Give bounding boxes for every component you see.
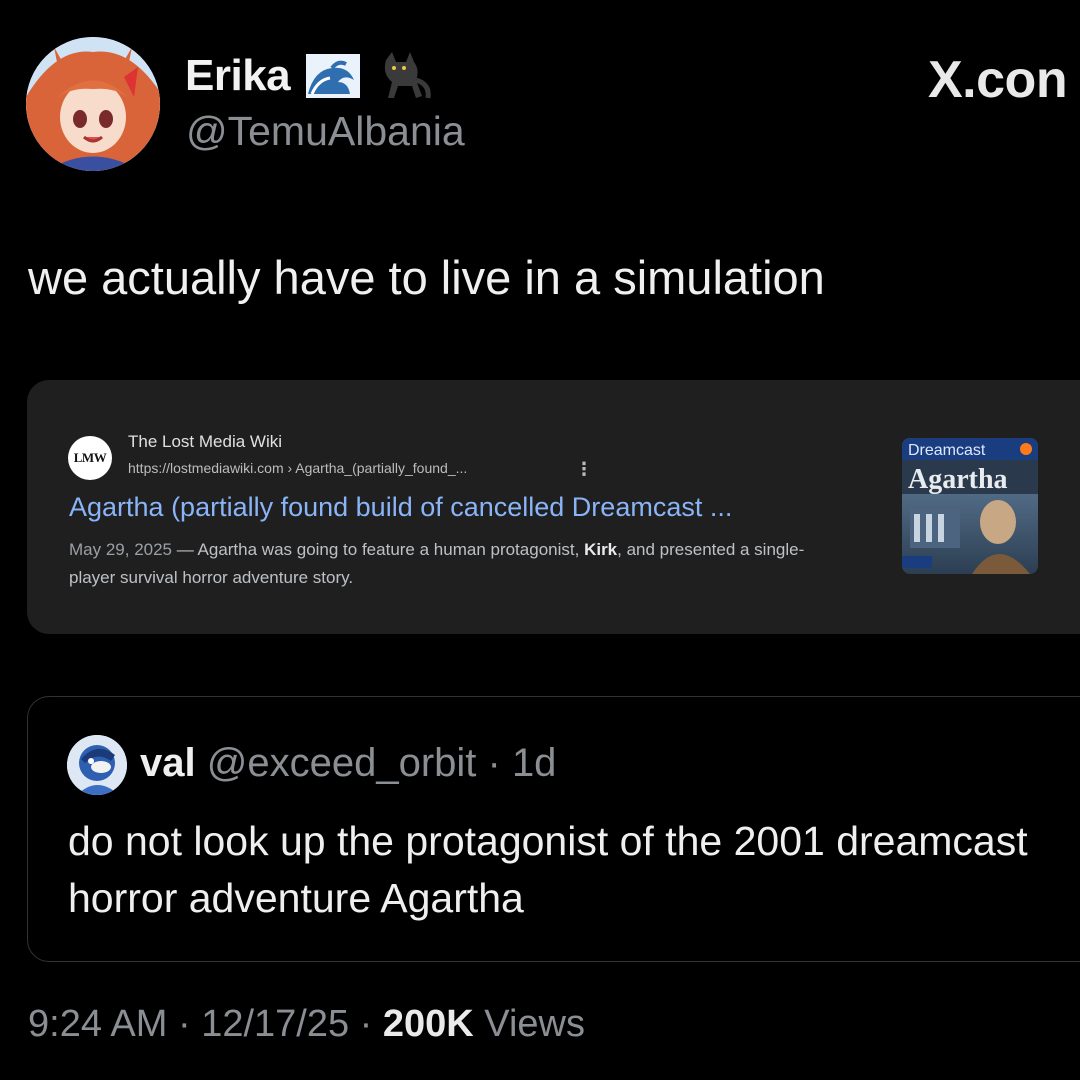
quote-timestamp[interactable]: 1d bbox=[512, 741, 557, 785]
result-date: May 29, 2025 bbox=[69, 540, 173, 559]
views-count: 200K bbox=[382, 1003, 474, 1045]
author-name-text: Erika bbox=[185, 51, 291, 100]
quote-author-avatar[interactable] bbox=[67, 735, 127, 795]
blue-character-avatar-icon bbox=[67, 735, 127, 795]
footer-separator: · bbox=[349, 1003, 383, 1045]
result-snippet: May 29, 2025 — Agartha was going to feat… bbox=[69, 536, 829, 592]
quote-author-handle[interactable]: @exceed_orbit bbox=[207, 741, 477, 785]
author-handle[interactable]: @TemuAlbania bbox=[186, 108, 465, 155]
author-display-name[interactable]: Erika bbox=[185, 50, 434, 102]
snippet-part-1: — Agartha was going to feature a human p… bbox=[172, 540, 585, 559]
result-url: https://lostmediawiki.com › Agartha_(par… bbox=[128, 460, 468, 476]
tweet-footer: 9:24 AM · 12/17/25 · 200K Views bbox=[28, 1003, 585, 1046]
black-cat-icon bbox=[376, 50, 434, 102]
quoted-tweet[interactable]: val @exceed_orbit · 1d do not look up th… bbox=[27, 696, 1080, 962]
tweet-text: we actually have to live in a simulation bbox=[28, 251, 825, 304]
result-title-link: Agartha (partially found build of cancel… bbox=[69, 492, 733, 522]
wave-icon bbox=[304, 50, 362, 102]
search-result-card[interactable]: LMW The Lost Media Wiki https://lostmedi… bbox=[27, 380, 1080, 634]
views-label: Views bbox=[473, 1003, 585, 1045]
site-logo: LMW bbox=[68, 436, 112, 480]
thumbnail-game-title: Agartha bbox=[908, 464, 1008, 495]
site-name: The Lost Media Wiki bbox=[128, 432, 282, 451]
footer-separator: · bbox=[167, 1003, 202, 1045]
snippet-bold: Kirk bbox=[584, 540, 618, 559]
tweet-date[interactable]: 12/17/25 bbox=[201, 1003, 349, 1045]
x-watermark: X.con bbox=[928, 51, 1068, 109]
quote-header: val @exceed_orbit · 1d bbox=[140, 741, 556, 786]
result-thumbnail: Dreamcast Agartha bbox=[902, 438, 1038, 574]
tweet-time[interactable]: 9:24 AM bbox=[28, 1003, 167, 1045]
kebab-menu-icon: ⋮ bbox=[575, 459, 593, 479]
anime-girl-avatar-icon bbox=[26, 37, 160, 171]
quote-separator: · bbox=[476, 741, 512, 785]
thumbnail-brand: Dreamcast bbox=[908, 442, 986, 459]
quote-author-name[interactable]: val bbox=[140, 741, 196, 785]
quote-text: do not look up the protagonist of the 20… bbox=[68, 818, 1028, 921]
author-avatar[interactable] bbox=[26, 37, 160, 171]
